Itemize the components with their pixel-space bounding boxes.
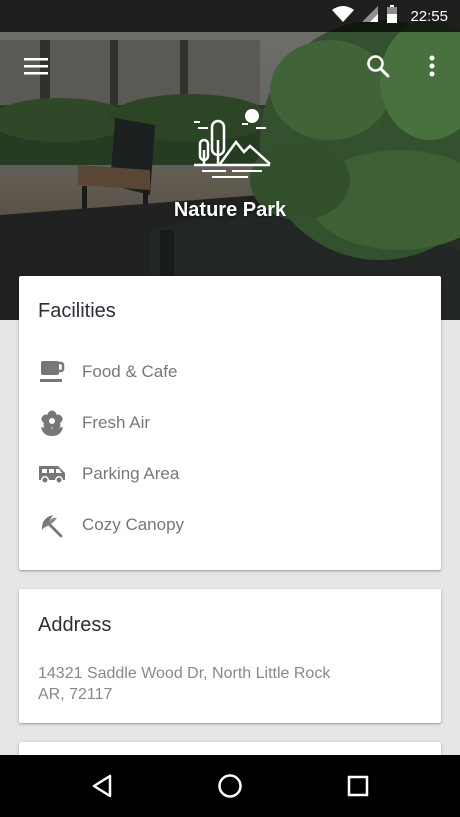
- back-button[interactable]: [84, 768, 120, 804]
- facility-label: Parking Area: [82, 464, 180, 483]
- page-title: Nature Park: [173, 199, 287, 221]
- menu-button[interactable]: [16, 46, 56, 86]
- facilities-title: Facilities: [38, 300, 116, 322]
- recents-square-icon: [347, 775, 369, 797]
- facility-label: Food & Cafe: [82, 362, 178, 381]
- umbrella-icon: [38, 511, 66, 539]
- signal-icon: [362, 5, 379, 27]
- overflow-menu-button[interactable]: [412, 46, 452, 86]
- hamburger-menu-icon: [24, 58, 48, 75]
- app-bar: [0, 32, 460, 100]
- facility-label: Fresh Air: [82, 413, 151, 432]
- home-circle-icon: [218, 774, 242, 798]
- facility-item-fresh-air: Fresh Air: [38, 408, 418, 438]
- status-bar: 22:55: [0, 0, 460, 32]
- recents-button[interactable]: [340, 768, 376, 804]
- facility-label: Cozy Canopy: [82, 515, 185, 534]
- address-text: 14321 Saddle Wood Dr, North Little Rock …: [38, 663, 330, 705]
- park-logo-icon: [186, 104, 274, 189]
- flower-icon: [38, 409, 66, 437]
- facilities-card: Facilities Food & Cafe Fresh Air Parking…: [19, 276, 441, 570]
- facility-item-parking-area: Parking Area: [38, 459, 418, 489]
- address-line-2: AR, 72117: [38, 686, 113, 703]
- wifi-icon: [332, 5, 355, 27]
- navigation-bar: [0, 755, 460, 817]
- address-line-1: 14321 Saddle Wood Dr, North Little Rock: [38, 665, 331, 682]
- more-vert-icon: [429, 55, 435, 77]
- facility-item-food-cafe: Food & Cafe: [38, 357, 418, 387]
- address-card: Address 14321 Saddle Wood Dr, North Litt…: [19, 589, 441, 723]
- status-time: 22:55: [410, 7, 448, 25]
- search-icon: [367, 55, 390, 78]
- battery-icon: [386, 4, 398, 28]
- facility-item-cozy-canopy: Cozy Canopy: [38, 510, 418, 540]
- back-triangle-icon: [92, 774, 112, 798]
- bus-icon: [38, 460, 66, 488]
- home-button[interactable]: [212, 768, 248, 804]
- address-title: Address: [38, 614, 112, 636]
- search-button[interactable]: [358, 46, 398, 86]
- coffee-cup-icon: [38, 358, 66, 386]
